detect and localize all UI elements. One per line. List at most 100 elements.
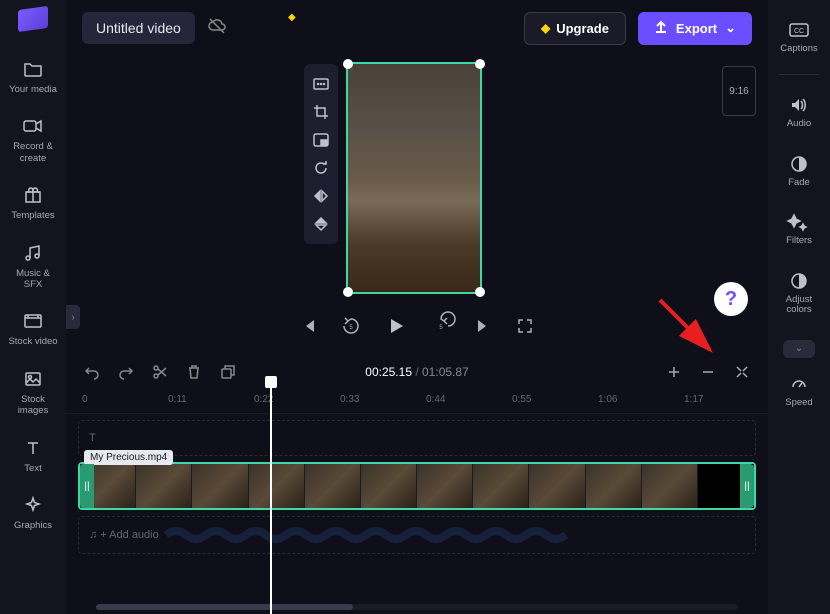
rewind-5s-button[interactable]: 5 bbox=[338, 313, 364, 339]
panel-item-fade[interactable]: Fade bbox=[771, 146, 827, 196]
music-icon bbox=[22, 242, 44, 264]
panel-item-adjust-colors[interactable]: Adjust colors bbox=[771, 263, 827, 324]
video-thumb bbox=[361, 464, 417, 508]
premium-badge-icon: ◆ bbox=[288, 12, 296, 23]
sparkle-icon bbox=[22, 494, 44, 516]
clip-filename-label: My Precious.mp4 bbox=[84, 450, 173, 465]
waveform-icon bbox=[166, 525, 566, 545]
zoom-fit-button[interactable] bbox=[732, 362, 752, 382]
canvas-selection[interactable] bbox=[346, 62, 482, 294]
video-preview[interactable] bbox=[348, 64, 480, 292]
captions-icon: CC bbox=[789, 20, 809, 40]
panel-item-speed[interactable]: Speed bbox=[771, 366, 827, 416]
resize-handle-tl[interactable] bbox=[343, 59, 353, 69]
video-icon bbox=[22, 310, 44, 332]
upgrade-button[interactable]: ◆ Upgrade bbox=[524, 12, 626, 45]
sidebar-item-stock-images[interactable]: Stock images bbox=[3, 360, 63, 425]
undo-button[interactable] bbox=[82, 362, 102, 382]
sidebar-item-templates[interactable]: Templates bbox=[3, 176, 63, 229]
adjust-icon bbox=[789, 271, 809, 291]
video-thumb bbox=[529, 464, 585, 508]
timeline-tracks: T My Precious.mp4 || || ♫ + bbox=[66, 414, 768, 560]
filters-icon bbox=[789, 212, 809, 232]
split-button[interactable] bbox=[150, 362, 170, 382]
sidebar-item-graphics[interactable]: Graphics bbox=[3, 486, 63, 539]
speaker-icon bbox=[789, 95, 809, 115]
zoom-in-button[interactable] bbox=[664, 362, 684, 382]
topbar: Untitled video ◆ ◆ Upgrade Export ⌄ bbox=[66, 0, 768, 56]
gift-icon bbox=[22, 184, 44, 206]
collapse-right-panel-button[interactable]: ⌄ bbox=[783, 340, 815, 358]
forward-5s-button[interactable]: 5 bbox=[428, 313, 454, 339]
audio-track[interactable]: ♫ + Add audio bbox=[78, 516, 756, 554]
sidebar-item-text[interactable]: Text bbox=[3, 429, 63, 482]
panel-item-filters[interactable]: Filters bbox=[771, 204, 827, 254]
add-audio-placeholder: + Add audio bbox=[100, 529, 158, 541]
timeline-scrollbar[interactable] bbox=[96, 604, 738, 610]
play-button[interactable] bbox=[380, 310, 412, 342]
upload-icon bbox=[654, 20, 668, 37]
duplicate-button[interactable] bbox=[218, 362, 238, 382]
music-icon: ♫ bbox=[89, 529, 97, 541]
right-sidebar: CC Captions Audio Fade Filters Adjust co… bbox=[768, 0, 830, 614]
svg-text:5: 5 bbox=[439, 325, 443, 331]
image-icon bbox=[22, 368, 44, 390]
diamond-icon: ◆ bbox=[541, 21, 550, 35]
camera-icon bbox=[22, 115, 44, 137]
svg-text:CC: CC bbox=[794, 28, 804, 35]
video-thumb bbox=[586, 464, 642, 508]
redo-button[interactable] bbox=[116, 362, 136, 382]
resize-handle-tr[interactable] bbox=[475, 59, 485, 69]
panel-item-captions[interactable]: CC Captions bbox=[771, 12, 827, 62]
video-thumb bbox=[305, 464, 361, 508]
help-button[interactable]: ? bbox=[714, 282, 748, 316]
timeline-toolbar: 00:25.15 / 01:05.87 bbox=[66, 356, 768, 388]
clip-trim-right-handle[interactable]: || bbox=[740, 464, 754, 508]
folder-icon bbox=[22, 58, 44, 80]
crop-button[interactable] bbox=[304, 98, 338, 126]
cloud-sync-off-icon[interactable] bbox=[207, 18, 227, 39]
project-title-input[interactable]: Untitled video bbox=[82, 12, 195, 44]
resize-handle-br[interactable] bbox=[475, 287, 485, 297]
timeline-section: 00:25.15 / 01:05.87 0 0:11 0:22 0:33 0:4… bbox=[66, 356, 768, 614]
divider bbox=[779, 74, 819, 75]
sidebar-item-music-sfx[interactable]: Music & SFX bbox=[3, 234, 63, 299]
fit-button[interactable] bbox=[304, 70, 338, 98]
video-thumbnails bbox=[80, 464, 754, 508]
canvas-toolbar bbox=[304, 64, 338, 244]
sidebar-item-record-create[interactable]: Record & create bbox=[3, 107, 63, 172]
text-track[interactable]: T bbox=[78, 420, 756, 456]
chevron-down-icon: ⌄ bbox=[725, 20, 736, 36]
scrollbar-thumb[interactable] bbox=[96, 604, 353, 610]
video-thumb bbox=[136, 464, 192, 508]
app-logo-icon[interactable] bbox=[18, 6, 48, 32]
playback-controls: 5 5 bbox=[296, 310, 538, 342]
resize-handle-bl[interactable] bbox=[343, 287, 353, 297]
video-thumb bbox=[192, 464, 248, 508]
rotate-button[interactable] bbox=[304, 154, 338, 182]
timeline-ruler[interactable]: 0 0:11 0:22 0:33 0:44 0:55 1:06 1:17 bbox=[66, 388, 768, 414]
pip-button[interactable] bbox=[304, 126, 338, 154]
aspect-ratio-button[interactable]: 9:16 bbox=[722, 66, 756, 116]
fade-icon bbox=[789, 154, 809, 174]
sidebar-item-stock-video[interactable]: Stock video bbox=[3, 302, 63, 355]
zoom-out-button[interactable] bbox=[698, 362, 718, 382]
speed-icon bbox=[789, 374, 809, 394]
svg-text:5: 5 bbox=[349, 325, 353, 331]
export-button[interactable]: Export ⌄ bbox=[638, 12, 752, 45]
skip-start-button[interactable] bbox=[296, 313, 322, 339]
delete-button[interactable] bbox=[184, 362, 204, 382]
flip-vertical-button[interactable] bbox=[304, 210, 338, 238]
skip-end-button[interactable] bbox=[470, 313, 496, 339]
video-thumb bbox=[417, 464, 473, 508]
fullscreen-button[interactable] bbox=[512, 313, 538, 339]
video-thumb bbox=[642, 464, 698, 508]
panel-item-audio[interactable]: Audio bbox=[771, 87, 827, 137]
text-icon bbox=[22, 437, 44, 459]
video-track-clip[interactable]: My Precious.mp4 || || bbox=[78, 462, 756, 510]
sidebar-item-your-media[interactable]: Your media bbox=[3, 50, 63, 103]
flip-horizontal-button[interactable] bbox=[304, 182, 338, 210]
left-sidebar: Your media Record & create Templates Mus… bbox=[0, 0, 66, 614]
timeline-time-display: 00:25.15 / 01:05.87 bbox=[365, 365, 468, 379]
clip-trim-left-handle[interactable]: || bbox=[80, 464, 94, 508]
